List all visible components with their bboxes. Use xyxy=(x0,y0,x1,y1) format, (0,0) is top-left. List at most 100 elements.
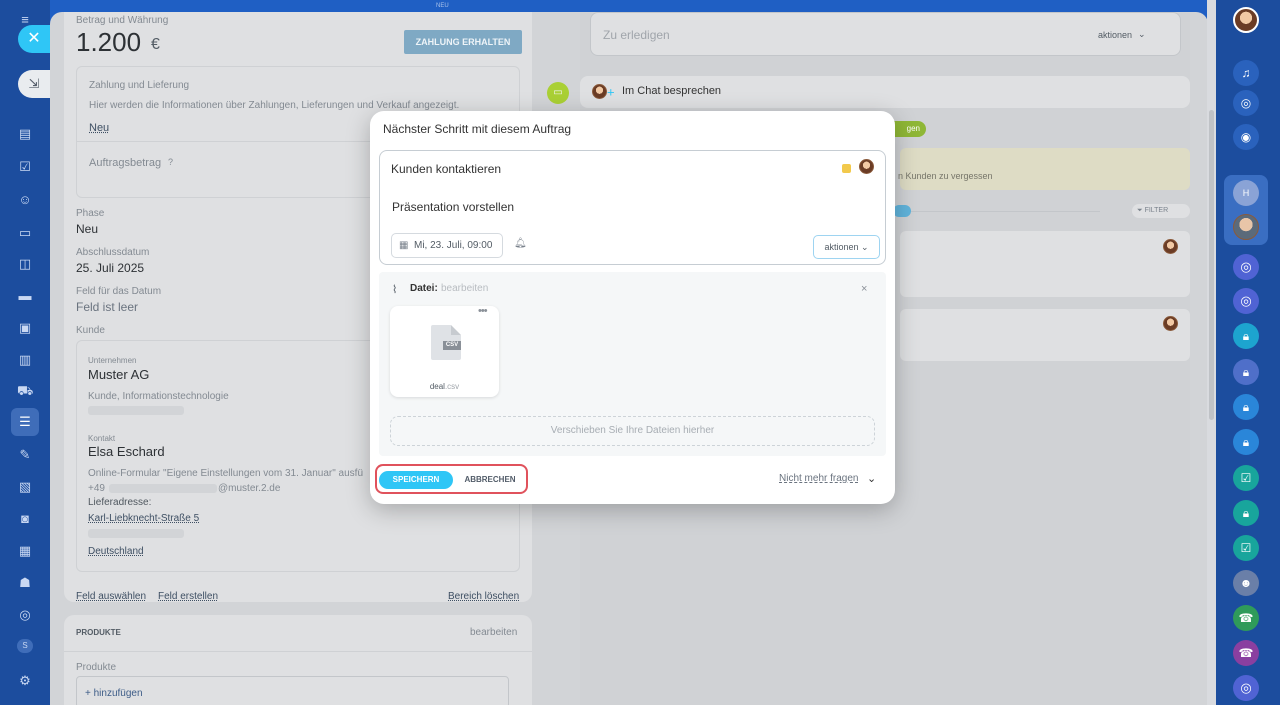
task-description[interactable]: Präsentation vorstellen xyxy=(392,200,514,214)
chevron-down-icon[interactable]: ⌄ xyxy=(867,472,876,485)
calendar-icon[interactable]: ▦ xyxy=(17,543,33,559)
currency: € xyxy=(151,36,160,53)
checkbox-icon[interactable]: ☑ xyxy=(1233,535,1259,561)
search-chat-icon[interactable]: ◉ xyxy=(1233,124,1259,150)
file-extension: .csv xyxy=(444,382,460,391)
payment-desc: Hier werden die Informationen über Zahlu… xyxy=(89,100,460,111)
lock-icon[interactable]: 🔒︎ xyxy=(1233,359,1259,385)
next-step-dialog: Nächster Schritt mit diesem Auftrag Kund… xyxy=(370,111,895,504)
file-edit-link[interactable]: bearbeiten xyxy=(441,283,488,294)
products-edit[interactable]: bearbeiten xyxy=(470,627,517,638)
inbox-icon[interactable]: ▧ xyxy=(17,479,33,495)
avatar[interactable] xyxy=(1233,214,1259,240)
date-field-value[interactable]: Feld ist leer xyxy=(76,300,138,314)
chat-icon[interactable]: ◫ xyxy=(17,256,33,272)
add-product-link[interactable]: + hinzufügen xyxy=(85,688,143,699)
country-link[interactable]: Deutschland xyxy=(88,546,144,557)
deadline-chip[interactable]: ▦ Mi, 23. Juli, 09:00 xyxy=(391,233,503,258)
todo-input[interactable]: Zu erledigen aktionen ⌄ xyxy=(590,12,1181,56)
phase-value[interactable]: Neu xyxy=(76,222,98,236)
group-avatar[interactable]: ☻ xyxy=(1233,570,1259,596)
company-name[interactable]: Muster AG xyxy=(88,367,149,382)
contact-name[interactable]: Elsa Eschard xyxy=(88,444,165,459)
user-plus-icon: + xyxy=(592,83,615,101)
copilot-icon[interactable]: ◎ xyxy=(1233,254,1259,280)
filter-button[interactable]: ⏷ FILTER xyxy=(1132,204,1190,218)
avatar[interactable] xyxy=(859,159,874,174)
contacts-icon[interactable]: ☺ xyxy=(17,192,33,208)
box-icon[interactable]: ◙ xyxy=(17,511,33,527)
avatar[interactable] xyxy=(1233,7,1259,33)
close-date-value[interactable]: 25. Juli 2025 xyxy=(76,261,144,275)
lock-icon[interactable]: 🔒︎ xyxy=(1233,429,1259,455)
file-drop-zone[interactable]: Verschieben Sie Ihre Dateien hierher xyxy=(390,416,875,446)
robot-icon[interactable]: ☗ xyxy=(17,575,33,591)
street-link[interactable]: Karl-Liebknecht-Straße 5 xyxy=(88,513,199,524)
copilot-icon[interactable]: ◎ xyxy=(1233,675,1259,701)
lock-icon[interactable]: 🔒︎ xyxy=(1233,323,1259,349)
tasks-icon[interactable]: ☑ xyxy=(17,159,33,175)
chevron-down-icon: ⌄ xyxy=(861,242,869,252)
cancel-button[interactable]: ABBRECHEN xyxy=(460,471,520,489)
scrollbar-thumb[interactable] xyxy=(1209,110,1214,420)
more-icon[interactable]: ••• xyxy=(478,305,488,317)
file-name: deal.csv xyxy=(390,382,499,391)
minimize-icon[interactable]: ⇲ xyxy=(18,70,50,98)
status-badge[interactable]: S xyxy=(17,639,33,653)
phone-icon[interactable]: ☎ xyxy=(1233,605,1259,631)
paperclip-icon: ⌇ xyxy=(392,284,398,296)
contact-label: Kontakt xyxy=(88,434,116,443)
lock-icon[interactable]: 🔒︎ xyxy=(1233,500,1259,526)
timeline-item[interactable] xyxy=(900,231,1190,297)
color-marker[interactable] xyxy=(842,164,851,173)
actions-dropdown[interactable]: aktionen ⌄ xyxy=(813,235,880,259)
top-label: NEU xyxy=(436,3,449,9)
target-icon[interactable]: ◎ xyxy=(17,607,33,623)
contact-email[interactable]: @muster.2.de xyxy=(218,483,280,494)
chat-avatar-h[interactable]: H xyxy=(1233,180,1259,206)
copilot-icon[interactable]: ◎ xyxy=(1233,90,1259,116)
phone-icon[interactable]: ☎ xyxy=(1233,640,1259,666)
bell-icon[interactable]: 🔔︎ xyxy=(514,238,527,249)
close-slider-button[interactable]: ✕ xyxy=(18,25,50,53)
documents-icon[interactable]: ▭ xyxy=(17,225,33,241)
company-desc: Kunde, Informationstechnologie xyxy=(88,391,229,402)
select-field-link[interactable]: Feld auswählen xyxy=(76,591,146,602)
dont-ask-again-link[interactable]: Nicht mehr fragen xyxy=(779,473,858,484)
todo-actions-dropdown[interactable]: aktionen xyxy=(1098,30,1132,40)
right-sidebar: ♫ ◎ ◉ H ◎ ◎ 🔒︎ 🔒︎ 🔒︎ 🔒︎ ☑ 🔒︎ ☑ ☻ ☎ ☎ ◎ xyxy=(1216,0,1280,705)
funnel-icon[interactable]: ☰ xyxy=(17,414,33,430)
save-button[interactable]: SPEICHERN xyxy=(379,471,453,489)
timeline-item[interactable] xyxy=(900,309,1190,361)
reminder-text: n Kunden zu vergessen xyxy=(898,171,993,181)
task-editor[interactable]: Kunden kontaktieren Präsentation vorstel… xyxy=(379,150,886,265)
contact-phone[interactable]: +49 xyxy=(88,483,105,494)
close-icon[interactable]: × xyxy=(861,283,867,295)
products-label: Produkte xyxy=(76,662,117,673)
delete-section-link[interactable]: Bereich löschen xyxy=(448,591,519,602)
shop-cart-icon[interactable]: ⛟ xyxy=(17,383,33,399)
amount-label: Betrag und Währung xyxy=(76,15,169,26)
lock-icon[interactable]: 🔒︎ xyxy=(1233,394,1259,420)
help-icon[interactable]: ? xyxy=(168,157,173,167)
wallet-icon[interactable]: ▬ xyxy=(17,288,33,304)
receive-payment-button[interactable]: ZAHLUNG ERHALTEN xyxy=(404,30,522,54)
payment-new-link[interactable]: Neu xyxy=(89,122,109,134)
sites-icon[interactable]: ▣ xyxy=(17,320,33,336)
sign-icon[interactable]: ✎ xyxy=(17,447,33,463)
file-attachments: ⌇ Datei: bearbeiten × ••• CSV deal.csv V… xyxy=(379,272,886,456)
file-tile[interactable]: ••• CSV deal.csv xyxy=(390,305,499,397)
settings-icon[interactable]: ⚙ xyxy=(17,673,33,689)
customer-label: Kunde xyxy=(76,325,105,336)
feed-icon[interactable]: ▤ xyxy=(17,126,33,142)
bell-icon[interactable]: ♫ xyxy=(1233,60,1259,86)
checkbox-icon[interactable]: ☑ xyxy=(1233,465,1259,491)
copilot-icon[interactable]: ◎ xyxy=(1233,288,1259,314)
products-input[interactable]: + hinzufügen xyxy=(76,676,509,705)
contact-source: Online-Formular "Eigene Einstellungen vo… xyxy=(88,468,364,479)
timeline-badge xyxy=(893,205,911,217)
task-title[interactable]: Kunden kontaktieren xyxy=(391,162,501,176)
chat-discuss-row[interactable]: + Im Chat besprechen xyxy=(580,76,1190,108)
create-field-link[interactable]: Feld erstellen xyxy=(158,591,218,602)
analytics-icon[interactable]: ▥ xyxy=(17,352,33,368)
